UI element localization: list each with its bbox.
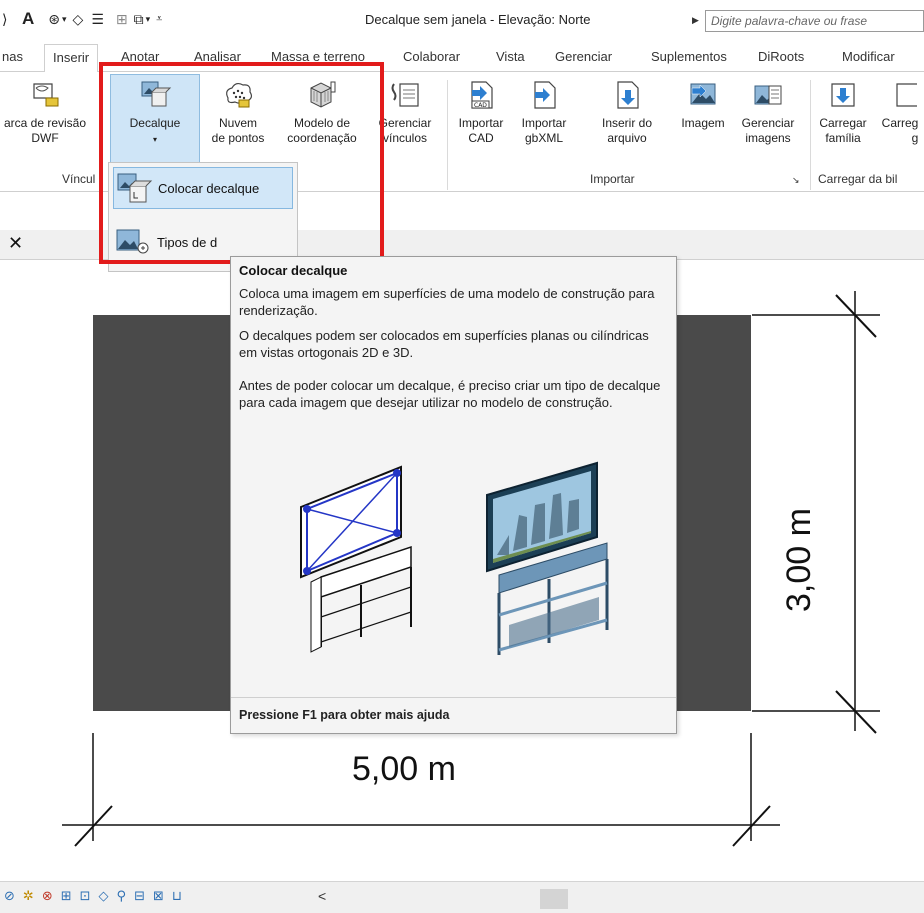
panel-label-link: Víncul [62, 172, 96, 186]
button-label: DWF [31, 131, 59, 145]
import-gbxml-icon [534, 81, 556, 109]
window-title: Decalque sem janela - Elevação: Norte [365, 12, 591, 27]
isolate-icon[interactable]: ⊞ [61, 888, 72, 904]
button-label: Carreg [881, 116, 919, 130]
tooltip-paragraph: Antes de poder colocar um decalque, é pr… [239, 378, 661, 410]
button-label: Importar [521, 116, 567, 130]
worksharing-icon[interactable]: ⊡ [80, 888, 91, 904]
button-label: CAD [468, 131, 494, 145]
manage-images-icon [754, 85, 782, 105]
image-button[interactable]: Imagem [670, 72, 736, 131]
button-label: Carregar [819, 116, 867, 130]
button-label: família [825, 131, 861, 145]
decal-placement-illustration [300, 465, 412, 653]
button-label: arquivo [607, 131, 647, 145]
highlight-box [99, 62, 384, 264]
panel-label-import: Importar [590, 172, 635, 186]
load-group-button[interactable]: Carreg g [876, 72, 924, 146]
title-bar: ⟩ A ⊛ ▾ ◇ ☰ ⊞ ⧉ ▾ ⩡ Decalque sem janela … [0, 0, 924, 40]
highlight-displacement-icon[interactable]: ⊠ [153, 888, 164, 904]
import-cad-button[interactable]: CAD Importar CAD [450, 72, 512, 146]
tab-inserir[interactable]: Inserir [44, 44, 99, 73]
scroll-left-icon[interactable]: < [318, 888, 326, 904]
measure-icon[interactable]: ⟩ [2, 11, 14, 28]
view-control-bar: ⊘ ✲ ⊗ ⊞ ⊡ ◇ ⚲ ⊟ ⊠ ⊔ < [0, 881, 924, 913]
load-family-icon [831, 83, 855, 107]
tab-colaborar[interactable]: Colaborar [403, 49, 460, 64]
button-label: Importar [458, 116, 504, 130]
tooltip-paragraph: O decalques podem ser colocados em super… [239, 328, 649, 360]
manage-links-icon [391, 83, 419, 107]
quick-access-toolbar: ⟩ A ⊛ ▾ ◇ ☰ ⊞ ⧉ ▾ ⩡ [2, 8, 162, 30]
insert-from-file-icon [617, 81, 639, 109]
import-cad-icon: CAD [471, 81, 493, 109]
view-controls: ⊘ ✲ ⊗ ⊞ ⊡ ◇ ⚲ ⊟ ⊠ ⊔ [4, 888, 182, 904]
button-label: gbXML [524, 131, 564, 145]
ribbon-separator [810, 80, 811, 190]
dimension-height-label: 3,00 m [780, 508, 818, 612]
tab-diroots[interactable]: DiRoots [758, 49, 804, 64]
button-label: Imagem [681, 116, 725, 130]
reveal-hidden-icon[interactable]: ⊘ [4, 888, 15, 904]
button-label: Gerenciar [741, 116, 795, 130]
tab-gerenciar[interactable]: Gerenciar [555, 49, 612, 64]
close-hidden-icon[interactable]: ⊞ [116, 11, 128, 28]
dimension-width-label: 5,00 m [352, 750, 456, 788]
text-icon[interactable]: A [22, 9, 34, 29]
section-icon[interactable]: ◇ [73, 11, 84, 28]
chevron-down-icon[interactable]: ▾ [62, 14, 67, 25]
tab-modificar[interactable]: Modificar [842, 49, 895, 64]
dwf-markup-button[interactable]: arca de revisão DWF [0, 72, 90, 146]
tab-vista[interactable]: Vista [496, 49, 525, 64]
tab-suplementos[interactable]: Suplementos [651, 49, 727, 64]
button-label: Gerenciar [378, 116, 432, 130]
design-options-icon[interactable]: ◇ [99, 888, 109, 904]
import-gbxml-button[interactable]: Importar gbXML [512, 72, 576, 146]
switch-windows-icon[interactable]: ⧉ [134, 11, 144, 28]
tooltip-place-decal: Colocar decalque Coloca uma imagem em su… [230, 256, 677, 734]
panel-launcher-icon[interactable]: ↘ [792, 175, 800, 186]
search-input[interactable]: Digite palavra-chave ou frase [705, 10, 924, 32]
customize-toolbar-icon[interactable]: ⩡ [156, 13, 162, 26]
manage-images-button[interactable]: Gerenciar imagens [734, 72, 802, 146]
analytical-icon[interactable]: ⚲ [117, 888, 127, 904]
expand-arrow-icon[interactable]: ▶ [692, 15, 699, 26]
thin-lines-icon[interactable]: ☰ [91, 11, 104, 28]
button-label: imagens [745, 131, 791, 145]
3d-view-icon[interactable]: ⊛ [48, 11, 60, 28]
button-label: g [911, 131, 919, 145]
tab-partial[interactable]: nas [2, 49, 23, 64]
chevron-down-icon[interactable]: ▾ [146, 14, 151, 25]
temporary-hide-icon[interactable]: ✲ [23, 888, 34, 904]
insert-from-file-button[interactable]: Inserir do arquivo [590, 72, 664, 146]
tooltip-paragraph: Coloca uma imagem em superfícies de uma … [239, 286, 655, 318]
button-label: Inserir do [601, 116, 653, 130]
ribbon-separator [447, 80, 448, 190]
svg-text:CAD: CAD [474, 102, 487, 109]
button-label: arca de revisão [3, 116, 87, 130]
hide-category-icon[interactable]: ⊗ [42, 888, 53, 904]
horizontal-scrollbar-thumb[interactable] [540, 889, 568, 909]
button-label: vínculos [382, 131, 428, 145]
panel-label-library: Carregar da bil [818, 172, 898, 186]
temporary-view-icon[interactable]: ⊟ [134, 888, 145, 904]
image-icon [690, 83, 716, 105]
tooltip-divider [231, 697, 676, 698]
close-icon[interactable]: ✕ [8, 233, 23, 254]
load-family-button[interactable]: Carregar família [814, 72, 872, 146]
rendered-tv-illustration [486, 461, 609, 655]
load-group-icon [896, 83, 917, 107]
reveal-constraints-icon[interactable]: ⊔ [172, 888, 182, 904]
dwf-markup-icon [33, 83, 59, 107]
tooltip-help-hint: Pressione F1 para obter mais ajuda [239, 708, 450, 722]
tooltip-title: Colocar decalque [239, 263, 348, 278]
